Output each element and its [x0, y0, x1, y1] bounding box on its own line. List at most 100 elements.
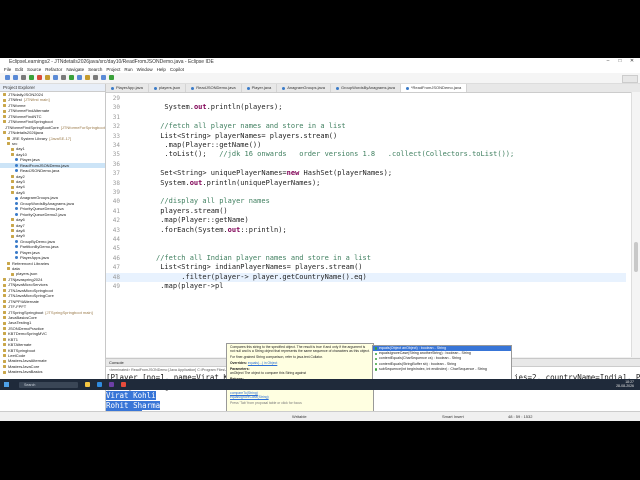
code-line[interactable]: 33 List<String> playerNames= players.str… [106, 132, 626, 141]
editor-tab[interactable]: *ReadFromJSONDemo.java [400, 84, 468, 92]
toolbar-button-icon[interactable] [101, 75, 106, 80]
content-assist-item[interactable]: subSequence(int beginIndex, int endIndex… [373, 367, 511, 372]
code-text: .map(Player::getName) [156, 216, 249, 225]
line-number: 48 [112, 273, 120, 281]
toolbar-button-icon[interactable] [61, 75, 66, 80]
code-line[interactable]: 32 //fetch all player names and store in… [106, 122, 626, 131]
maximize-icon[interactable]: □ [614, 58, 626, 64]
folder-icon [3, 343, 6, 347]
toolbar-button-icon[interactable] [85, 75, 90, 80]
code-line[interactable]: 34 .map(Player::getName()) [106, 141, 626, 150]
toolbar-button-icon[interactable] [37, 75, 42, 80]
code-line[interactable]: 47 List<String> indianPlayerNames= playe… [106, 263, 626, 272]
editor-tab[interactable]: ReadJSONDemo.java [186, 84, 242, 92]
folder-icon [7, 261, 10, 265]
folder-icon [11, 229, 14, 233]
code-line[interactable]: 39 [106, 188, 626, 197]
minimize-icon[interactable]: – [602, 58, 614, 64]
toolbar-button-icon[interactable] [21, 75, 26, 80]
menu-item-run[interactable]: Run [124, 67, 132, 72]
code-line[interactable]: 43 .forEach(System.out::println); [106, 226, 626, 235]
status-cursor-position: 48 : 59 : 1532 [508, 413, 533, 419]
quick-access-button[interactable] [622, 75, 638, 83]
console-line-text: Rohit Sharma [106, 400, 161, 410]
menu-item-source[interactable]: Source [27, 67, 41, 72]
toolbar-button-icon[interactable] [77, 75, 82, 80]
close-icon[interactable]: ✕ [626, 58, 638, 64]
editor-tab[interactable]: Player.java [242, 84, 278, 92]
toolbar-button-icon[interactable] [69, 75, 74, 80]
line-number: 33 [112, 132, 120, 140]
editor-scrollbar[interactable] [631, 92, 640, 357]
tree-item-label: ReadJSONDemo.java [20, 168, 60, 174]
windows-start-icon[interactable] [4, 382, 9, 387]
code-area[interactable]: 29 30 System.out.println(players); 31 32 //… [106, 92, 626, 357]
code-line[interactable]: 49 .map(player->pl [106, 282, 626, 291]
code-line[interactable]: 31 [106, 113, 626, 122]
line-number: 39 [112, 189, 120, 196]
toolbar-button-icon[interactable] [45, 75, 50, 80]
toolbar-button-icon[interactable] [5, 75, 10, 80]
browser-icon[interactable] [97, 382, 102, 387]
editor-tab[interactable]: PlayerApp.java [106, 84, 149, 92]
menu-item-edit[interactable]: Edit [15, 67, 23, 72]
java-file-icon [15, 250, 18, 254]
line-number: 40 [112, 198, 120, 206]
menu-item-file[interactable]: File [4, 67, 11, 72]
line-number: 46 [112, 254, 120, 262]
toolbar-button-icon[interactable] [53, 75, 58, 80]
code-line[interactable]: 48 .filter(player-> player.getCountryNam… [106, 272, 626, 282]
folder-icon [3, 288, 6, 292]
code-text: List<String> indianPlayerNames= players.… [156, 263, 363, 272]
code-line[interactable]: 29 [106, 94, 626, 103]
code-line[interactable]: 41 players.stream() [106, 207, 626, 216]
folder-icon [3, 104, 6, 108]
file-explorer-icon[interactable] [85, 382, 90, 387]
javadoc-see-link-2[interactable]: equalsIgnoreCase(String) [230, 395, 269, 399]
menu-item-help[interactable]: Help [157, 67, 166, 72]
eclipse-icon[interactable] [109, 382, 114, 387]
menu-item-search[interactable]: Search [88, 67, 102, 72]
toolbar-button-icon[interactable] [13, 75, 18, 80]
code-line[interactable]: 46 //fetch all Indian player names and st… [106, 254, 626, 263]
tree-item-label: PriorityQueueDemo2.java [20, 211, 66, 217]
toolbar-button-icon[interactable] [29, 75, 34, 80]
editor-tab-label: ReadJSONDemo.java [196, 85, 236, 90]
java-file-icon [335, 86, 339, 90]
java-file-icon [15, 158, 18, 162]
console-tab[interactable]: Console [109, 360, 124, 365]
code-line[interactable]: 36 [106, 160, 626, 169]
menu-item-copilot[interactable]: Copilot [170, 67, 184, 72]
code-line[interactable]: 38 System.out.println(uniquePlayerNames)… [106, 179, 626, 188]
java-file-icon [15, 240, 18, 244]
javadoc-overrides-link[interactable]: equals(...) in Object [248, 361, 277, 365]
editor-tab[interactable]: players.json [149, 84, 187, 92]
menu-item-navigate[interactable]: Navigate [66, 67, 84, 72]
toolbar-button-icon[interactable] [109, 75, 114, 80]
menu-item-window[interactable]: Window [137, 67, 153, 72]
editor-tab[interactable]: AnagramGroups.java [277, 84, 331, 92]
taskbar-search-box[interactable]: Search [19, 381, 78, 388]
code-line[interactable]: 30 System.out.println(players); [106, 103, 626, 112]
editor-tab[interactable]: GroupWordsByAnagrams.java [331, 84, 401, 92]
code-line[interactable]: 35 .toList(); //jdk 16 onwards order ver… [106, 150, 626, 159]
code-line[interactable]: 45 [106, 244, 626, 253]
scrollbar-thumb[interactable] [634, 242, 638, 272]
system-tray-clock[interactable]: 18:27 28-08-2026 [616, 380, 634, 388]
code-line[interactable]: 44 [106, 235, 626, 244]
toolbar-button-icon[interactable] [93, 75, 98, 80]
tree-item[interactable]: MastersJavaBasics [0, 369, 105, 374]
menu-item-project[interactable]: Project [106, 67, 120, 72]
code-editor: PlayerApp.java players.json ReadJSONDemo.j… [106, 84, 640, 357]
code-line[interactable]: 42 .map(Player::getName) [106, 216, 626, 225]
line-number: 49 [112, 283, 120, 290]
folder-icon [3, 365, 6, 369]
app-icon[interactable] [121, 382, 126, 387]
java-file-icon [282, 86, 286, 90]
folder-icon [11, 147, 14, 151]
menu-item-refactor[interactable]: Refactor [45, 67, 62, 72]
line-number: 35 [112, 151, 120, 159]
code-line[interactable]: 37 Set<String> uniquePlayerNames=new Has… [106, 169, 626, 178]
code-line[interactable]: 40 //display all player names [106, 197, 626, 206]
editor-tab-label: PlayerApp.java [116, 85, 143, 90]
